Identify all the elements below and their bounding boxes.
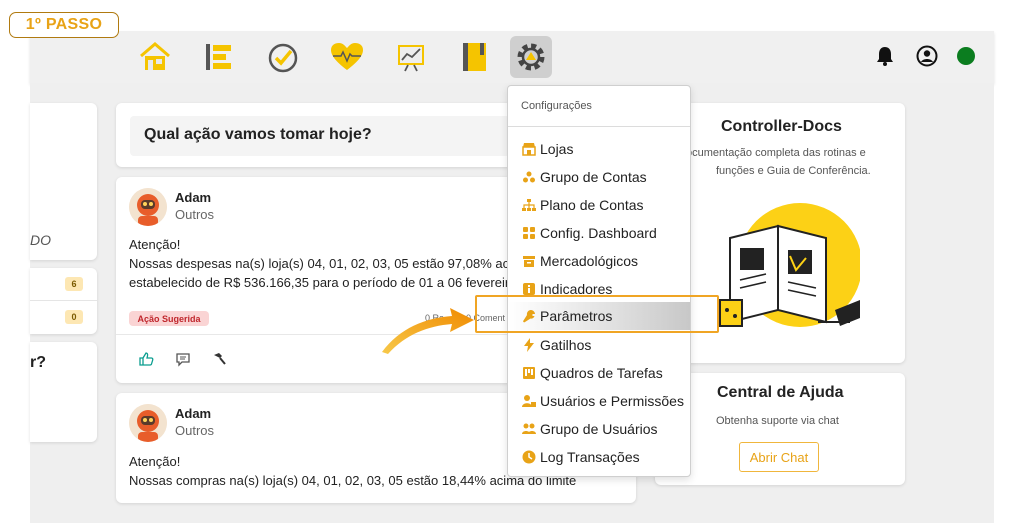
check-circle-icon[interactable] bbox=[262, 36, 304, 78]
chart-icon[interactable] bbox=[390, 36, 432, 78]
menu-item-lojas[interactable]: Lojas bbox=[508, 135, 690, 163]
action-badge[interactable]: Ação Sugerida bbox=[129, 311, 209, 326]
menu-item-label: Grupo de Usuários bbox=[540, 421, 658, 437]
menu-item-label: Config. Dashboard bbox=[540, 225, 657, 241]
menu-item-gatilhos[interactable]: Gatilhos bbox=[508, 331, 690, 359]
menu-item-label: Plano de Contas bbox=[540, 197, 644, 213]
settings-dropdown: Configurações Lojas Grupo de Contas Plan… bbox=[507, 85, 691, 477]
home-icon[interactable] bbox=[134, 36, 176, 78]
clock-icon bbox=[521, 449, 537, 465]
menu-item-log-transacoes[interactable]: Log Transações bbox=[508, 443, 690, 471]
menu-item-label: Gatilhos bbox=[540, 337, 592, 353]
gear-icon[interactable] bbox=[510, 36, 552, 78]
post-line: Atenção! bbox=[129, 454, 181, 469]
left-divider bbox=[30, 300, 97, 301]
post-category: Outros bbox=[175, 423, 215, 438]
menu-header: Configurações bbox=[521, 100, 592, 112]
post-category: Outros bbox=[175, 207, 215, 222]
account-group-icon bbox=[521, 169, 537, 185]
step-badge: 1º PASSO bbox=[9, 12, 119, 38]
menu-item-mercadologicos[interactable]: Mercadológicos bbox=[508, 247, 690, 275]
book-illustration bbox=[700, 190, 862, 340]
menu-item-label: Mercadológicos bbox=[540, 253, 639, 269]
avatar bbox=[129, 188, 167, 226]
post-line: Nossas despesas na(s) loja(s) 04, 01, 02… bbox=[129, 256, 531, 271]
count-badge: 0 bbox=[65, 310, 83, 324]
dashboard-icon bbox=[521, 225, 537, 241]
status-dot bbox=[954, 44, 978, 68]
menu-item-label: Grupo de Contas bbox=[540, 169, 647, 185]
users-icon bbox=[521, 421, 537, 437]
bell-icon[interactable] bbox=[873, 44, 897, 68]
menu-item-label: Log Transações bbox=[540, 449, 640, 465]
post-author[interactable]: Adam bbox=[175, 190, 211, 205]
menu-item-label: Usuários e Permissões bbox=[540, 393, 684, 409]
user-circle-icon[interactable] bbox=[915, 44, 939, 68]
list-icon[interactable] bbox=[198, 36, 240, 78]
count-badge: 6 bbox=[65, 277, 83, 291]
kanban-icon bbox=[521, 365, 537, 381]
help-card-title: Central de Ajuda bbox=[717, 384, 844, 401]
docs-card-text: ocumentação completa das rotinas e bbox=[686, 147, 866, 159]
help-card-text: Obtenha suporte via chat bbox=[716, 415, 839, 427]
menu-divider bbox=[508, 126, 690, 127]
post-author[interactable]: Adam bbox=[175, 406, 211, 421]
menu-item-usuarios-e-permissoes[interactable]: Usuários e Permissões bbox=[508, 387, 690, 415]
like-icon[interactable] bbox=[137, 350, 155, 368]
left-partial-question: r? bbox=[30, 354, 46, 371]
heart-pulse-icon[interactable] bbox=[326, 36, 368, 78]
hammer-icon[interactable] bbox=[210, 350, 228, 368]
left-partial-label: DO bbox=[30, 232, 51, 248]
user-lock-icon bbox=[521, 393, 537, 409]
menu-item-label: Quadros de Tarefas bbox=[540, 365, 663, 381]
menu-item-config-dashboard[interactable]: Config. Dashboard bbox=[508, 219, 690, 247]
avatar bbox=[129, 404, 167, 442]
feed-question: Qual ação vamos tomar hoje? bbox=[130, 116, 510, 156]
open-chat-button[interactable]: Abrir Chat bbox=[739, 442, 819, 472]
highlight-callout bbox=[475, 295, 719, 333]
menu-item-quadros-de-tarefas[interactable]: Quadros de Tarefas bbox=[508, 359, 690, 387]
bolt-icon bbox=[521, 337, 537, 353]
comment-icon[interactable] bbox=[174, 350, 192, 368]
store-icon bbox=[521, 141, 537, 157]
docs-card-title[interactable]: Controller-Docs bbox=[721, 118, 842, 136]
sitemap-icon bbox=[521, 197, 537, 213]
menu-item-grupo-de-contas[interactable]: Grupo de Contas bbox=[508, 163, 690, 191]
archive-icon bbox=[521, 253, 537, 269]
post-line: Atenção! bbox=[129, 237, 181, 252]
menu-item-label: Lojas bbox=[540, 141, 574, 157]
menu-item-plano-de-contas[interactable]: Plano de Contas bbox=[508, 191, 690, 219]
left-card-counts bbox=[30, 268, 97, 334]
docs-card-text: funções e Guia de Conferência. bbox=[716, 165, 871, 177]
menu-item-grupo-de-usuarios[interactable]: Grupo de Usuários bbox=[508, 415, 690, 443]
top-navbar bbox=[30, 31, 994, 83]
notebook-icon[interactable] bbox=[454, 36, 496, 78]
arrow-annotation bbox=[382, 308, 474, 354]
